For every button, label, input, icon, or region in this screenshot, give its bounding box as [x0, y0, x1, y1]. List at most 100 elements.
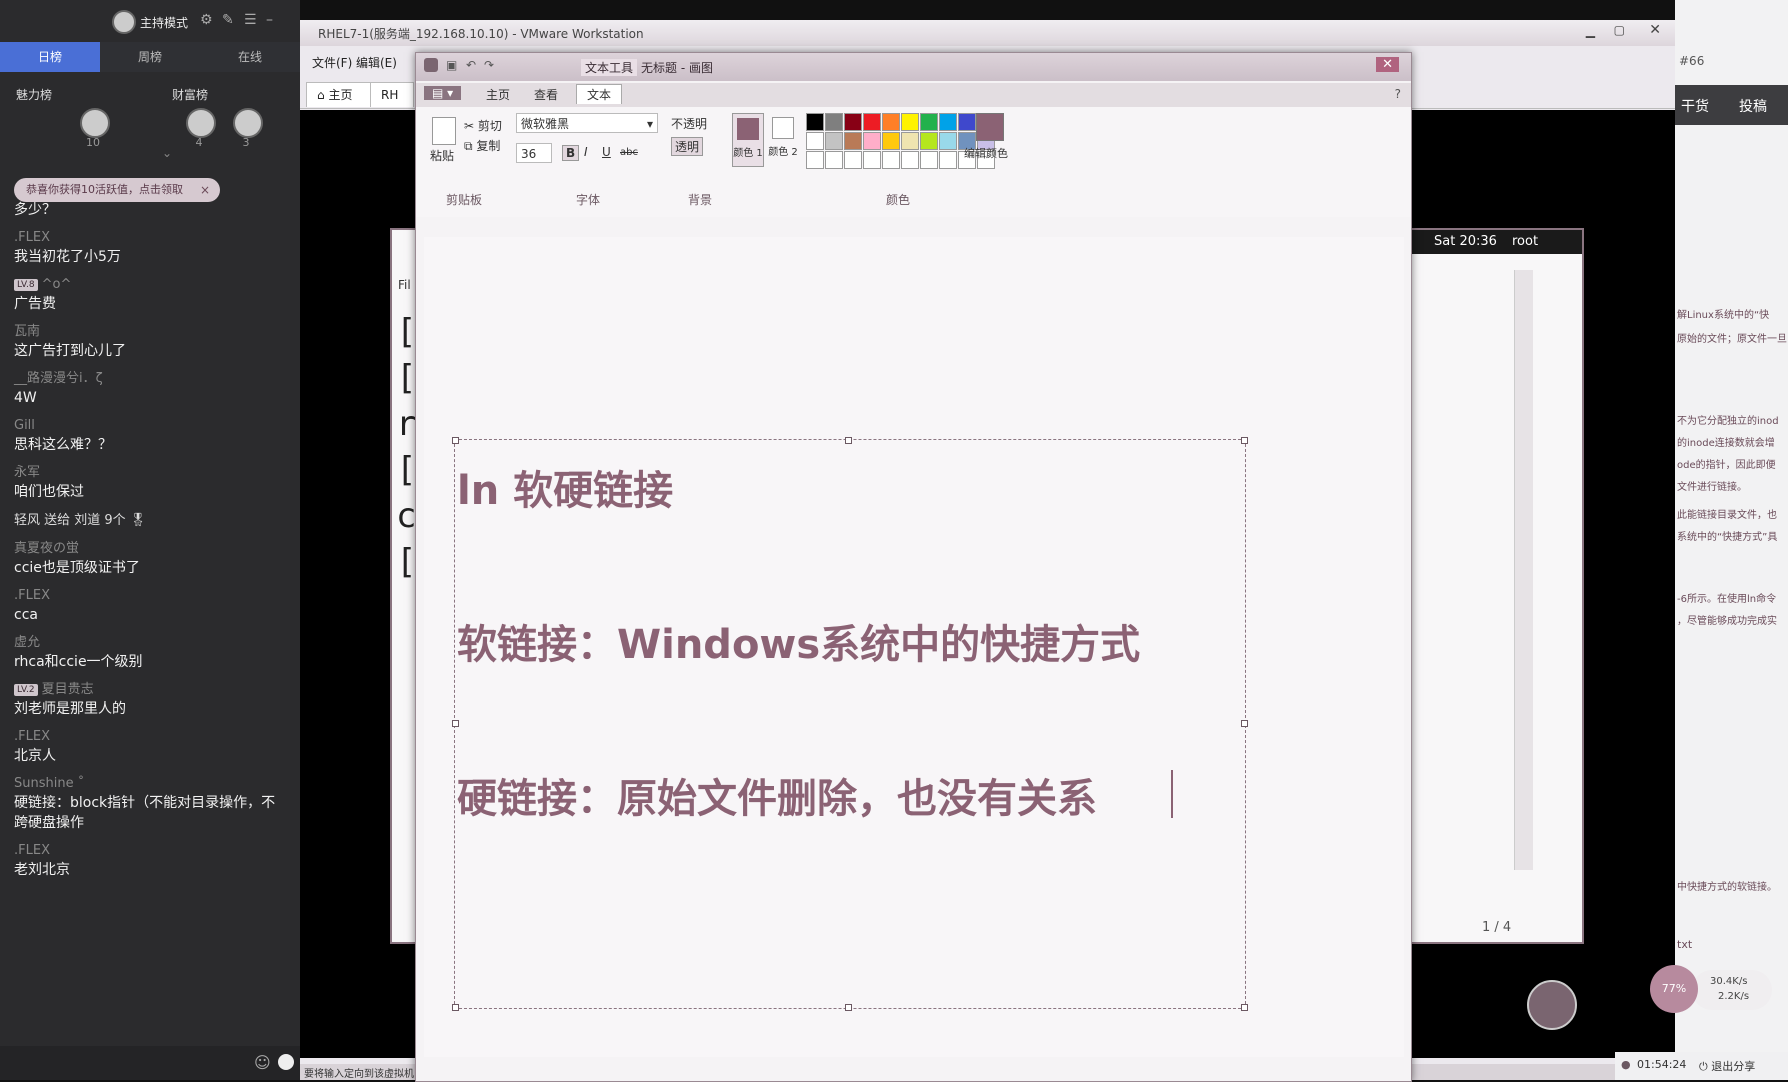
minimize-icon[interactable]: – [266, 12, 273, 28]
custom-color-slot[interactable] [882, 151, 900, 169]
resize-handle[interactable] [845, 1004, 852, 1011]
color-swatch[interactable] [958, 113, 976, 131]
resize-handle[interactable] [1241, 720, 1248, 727]
font-size-select[interactable]: 36 [516, 143, 552, 163]
resize-handle[interactable] [845, 437, 852, 444]
network-speed-widget[interactable]: 30.4K/s 2.2K/s [1692, 970, 1772, 1010]
rhel-user-menu[interactable]: root [1512, 234, 1538, 249]
cut-button[interactable]: ✂ 剪切 [464, 117, 502, 134]
menu-edit[interactable]: 编辑(E) [356, 54, 397, 71]
close-icon[interactable]: ✕ [1376, 57, 1399, 72]
italic-button[interactable]: I [584, 145, 588, 159]
close-icon[interactable]: × [200, 178, 210, 202]
memory-usage-badge[interactable]: 77% [1650, 965, 1698, 1013]
message-user[interactable]: 虚允 [14, 634, 298, 652]
color-swatch[interactable] [882, 132, 900, 150]
paste-button[interactable]: 粘贴 [430, 147, 454, 164]
exit-share-button[interactable]: ⏻ 退出分享 [1699, 1058, 1755, 1074]
color-swatch[interactable] [806, 113, 824, 131]
tab-text[interactable]: 文本 [576, 84, 623, 104]
paint-title-bar[interactable]: ▣ ↶ ↷ 文本工具 无标题 - 画图 ✕ [416, 53, 1411, 81]
color-swatch[interactable] [920, 113, 938, 131]
resize-handle[interactable] [1241, 1004, 1248, 1011]
edit-colors-icon[interactable] [976, 113, 1004, 141]
save-icon[interactable]: ▣ [446, 58, 457, 72]
custom-color-slot[interactable] [825, 151, 843, 169]
color-swatch[interactable] [844, 132, 862, 150]
settings-icon[interactable]: ⚙ [200, 12, 213, 28]
undo-icon[interactable]: ↶ [466, 58, 476, 72]
resize-handle[interactable] [1241, 437, 1248, 444]
reward-notice[interactable]: 恭喜你获得10活跃值，点击领取 × [14, 178, 220, 202]
menu-icon[interactable]: ☰ [244, 12, 257, 28]
host-avatar[interactable] [112, 10, 136, 34]
color-swatch[interactable] [825, 113, 843, 131]
color-swatch[interactable] [901, 132, 919, 150]
rhel-file-menu[interactable]: Fil [398, 278, 411, 292]
message-user[interactable]: .FLEX [14, 587, 298, 605]
color-swatch[interactable] [863, 113, 881, 131]
custom-color-slot[interactable] [844, 151, 862, 169]
message-user[interactable]: .FLEX [14, 229, 298, 247]
rhel-clock[interactable]: Sat 20:36 [1434, 234, 1497, 249]
chat-input-bar[interactable]: ☺ [0, 1046, 300, 1080]
avatar[interactable] [80, 108, 110, 138]
custom-color-slot[interactable] [863, 151, 881, 169]
message-user[interactable]: .FLEX [14, 728, 298, 746]
tab-weekly[interactable]: 周榜 [100, 42, 200, 72]
tab-online[interactable]: 在线 [200, 42, 300, 72]
color-swatch[interactable] [844, 113, 862, 131]
font-family-select[interactable]: 微软雅黑 ▾ [516, 113, 658, 133]
message-user[interactable]: ^o^ [42, 277, 72, 292]
avatar[interactable] [186, 108, 216, 138]
chevron-down-icon[interactable]: ⌄ [162, 146, 172, 160]
vmware-title-bar[interactable]: RHEL7-1(服务端_192.168.10.10) - VMware Work… [300, 20, 1675, 46]
tab-home[interactable]: 主页 [486, 86, 510, 103]
custom-color-slot[interactable] [806, 151, 824, 169]
color-swatch[interactable] [863, 132, 881, 150]
bold-button[interactable]: B [562, 145, 580, 161]
color-swatch[interactable] [939, 113, 957, 131]
edit-icon[interactable]: ✎ [222, 12, 234, 28]
color-swatch[interactable] [882, 113, 900, 131]
message-user[interactable]: 瓦南 [14, 323, 298, 341]
toggle-icon[interactable] [278, 1054, 294, 1070]
nav-submit[interactable]: 投稿 [1739, 96, 1767, 116]
custom-color-slot[interactable] [939, 151, 957, 169]
color1-selector[interactable]: 颜色 1 [732, 113, 764, 167]
emoji-icon[interactable]: ☺ [254, 1053, 271, 1072]
redo-icon[interactable]: ↷ [484, 58, 494, 72]
message-user[interactable]: Gill [14, 417, 298, 435]
copy-button[interactable]: ⧉ 复制 [464, 137, 500, 154]
color-swatch[interactable] [920, 132, 938, 150]
paint-app-icon[interactable] [424, 58, 438, 72]
color-swatch[interactable] [901, 113, 919, 131]
message-user[interactable]: __路漫漫兮i．ζ [14, 370, 298, 388]
paste-icon[interactable] [432, 117, 456, 145]
message-user[interactable]: 永军 [14, 464, 298, 482]
edit-colors-button[interactable]: 编辑颜色 [964, 145, 1008, 161]
maximize-icon[interactable]: ▢ [1614, 23, 1625, 37]
nav-tutorials[interactable]: 干货 [1681, 96, 1709, 116]
message-user[interactable]: 真夏夜の蛍 [14, 540, 298, 558]
message-user[interactable]: .FLEX [14, 842, 298, 860]
tab-view[interactable]: 查看 [534, 86, 558, 103]
color-swatch[interactable] [939, 132, 957, 150]
transparent-button[interactable]: 透明 [671, 137, 704, 156]
message-user[interactable]: Sunshine ˚ [14, 775, 298, 793]
help-icon[interactable]: ? [1395, 87, 1401, 101]
minimize-icon[interactable]: ▁ [1586, 24, 1595, 38]
custom-color-slot[interactable] [901, 151, 919, 169]
avatar[interactable] [233, 108, 263, 138]
menu-file[interactable]: 文件(F) [312, 54, 352, 71]
custom-color-slot[interactable] [920, 151, 938, 169]
underline-button[interactable]: U [602, 145, 611, 159]
message-user[interactable]: 夏目贵志 [42, 682, 94, 697]
paint-menu-button[interactable]: ▤ ▾ [424, 86, 462, 100]
color-swatch[interactable] [806, 132, 824, 150]
tab-daily[interactable]: 日榜 [0, 42, 100, 72]
text-box[interactable]: ln 软硬链接 软链接：Windows系统中的快捷方式 硬链接：原始文件删除，也… [452, 437, 1248, 1011]
presenter-avatar[interactable] [1527, 980, 1577, 1030]
resize-handle[interactable] [452, 1004, 459, 1011]
tab-rhel[interactable]: RH [370, 82, 414, 107]
